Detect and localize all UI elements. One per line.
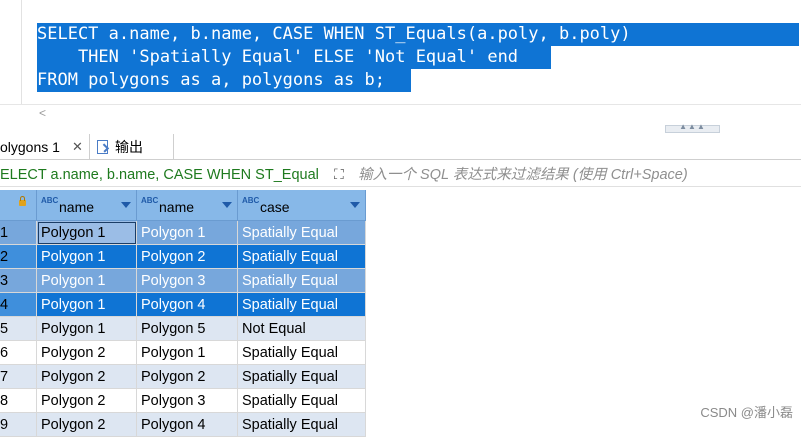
row-number[interactable]: 1 — [0, 221, 37, 245]
cell-a-name[interactable]: Polygon 2 — [37, 341, 137, 365]
cell-case[interactable]: Not Equal — [238, 317, 366, 341]
column-header-label: case — [260, 199, 290, 215]
cell-a-name[interactable]: Polygon 1 — [37, 269, 137, 293]
sort-dropdown-icon[interactable] — [350, 202, 360, 208]
cell-case[interactable]: Spatially Equal — [238, 389, 366, 413]
row-number-header[interactable] — [0, 190, 37, 221]
cell-a-name[interactable]: Polygon 2 — [37, 413, 137, 437]
tab-results-polygons[interactable]: olygons 1 ✕ — [0, 134, 90, 160]
column-header-b-name[interactable]: ABC name — [137, 190, 238, 221]
text-type-icon: ABC — [141, 196, 159, 205]
sort-dropdown-icon[interactable] — [222, 202, 232, 208]
cell-case[interactable]: Spatially Equal — [238, 221, 366, 245]
table-row[interactable]: 3 Polygon 1 Polygon 3 Spatially Equal — [0, 269, 366, 293]
table-row[interactable]: 6 Polygon 2 Polygon 1 Spatially Equal — [0, 341, 366, 365]
expand-filter-icon[interactable]: ⛶ — [334, 165, 344, 183]
column-header-a-name[interactable]: ABC name — [37, 190, 137, 221]
cell-a-name[interactable]: Polygon 2 — [37, 365, 137, 389]
tab-results-label: olygons 1 — [0, 139, 60, 155]
sql-line-2[interactable]: THEN 'Spatially Equal' ELSE 'Not Equal' … — [37, 46, 551, 69]
cell-case[interactable]: Spatially Equal — [238, 365, 366, 389]
column-header-case[interactable]: ABC case — [238, 190, 366, 221]
cell-a-name[interactable]: Polygon 1 — [37, 245, 137, 269]
lock-icon — [19, 196, 26, 206]
row-number[interactable]: 7 — [0, 365, 37, 389]
text-type-icon: ABC — [41, 196, 59, 205]
results-tab-bar: olygons 1 ✕ 输出 — [0, 134, 801, 160]
table-row[interactable]: 2 Polygon 1 Polygon 2 Spatially Equal — [0, 245, 366, 269]
editor-gutter-divider — [21, 0, 22, 104]
query-text: ELECT a.name, b.name, CASE WHEN ST_Equal — [0, 167, 319, 183]
editor-horizontal-scrollbar[interactable] — [0, 104, 801, 105]
table-row[interactable]: 4 Polygon 1 Polygon 4 Spatially Equal — [0, 293, 366, 317]
cell-b-name[interactable]: Polygon 4 — [137, 413, 238, 437]
table-row[interactable]: 9 Polygon 2 Polygon 4 Spatially Equal — [0, 413, 366, 437]
row-number[interactable]: 4 — [0, 293, 37, 317]
table-row[interactable]: 1 Polygon 1 Polygon 1 Spatially Equal — [0, 221, 366, 245]
cell-b-name[interactable]: Polygon 1 — [137, 341, 238, 365]
cell-a-name[interactable]: Polygon 2 — [37, 389, 137, 413]
cell-a-name[interactable]: Polygon 1 — [37, 221, 137, 245]
cell-case[interactable]: Spatially Equal — [238, 245, 366, 269]
scroll-left-icon[interactable]: < — [39, 106, 46, 120]
cell-b-name[interactable]: Polygon 2 — [137, 365, 238, 389]
cell-a-name[interactable]: Polygon 1 — [37, 317, 137, 341]
sql-line-1[interactable]: SELECT a.name, b.name, CASE WHEN ST_Equa… — [37, 23, 799, 46]
output-icon — [97, 140, 108, 154]
row-number[interactable]: 8 — [0, 389, 37, 413]
tab-output[interactable]: 输出 — [95, 134, 174, 160]
cell-b-name[interactable]: Polygon 2 — [137, 245, 238, 269]
cell-case[interactable]: Spatially Equal — [238, 413, 366, 437]
resize-grip-icon: ▲▲▲ — [679, 122, 706, 131]
row-number[interactable]: 5 — [0, 317, 37, 341]
table-row[interactable]: 5 Polygon 1 Polygon 5 Not Equal — [0, 317, 366, 341]
cell-case[interactable]: Spatially Equal — [238, 341, 366, 365]
cell-a-name[interactable]: Polygon 1 — [37, 293, 137, 317]
cell-b-name[interactable]: Polygon 3 — [137, 389, 238, 413]
cell-b-name[interactable]: Polygon 5 — [137, 317, 238, 341]
table-row[interactable]: 8 Polygon 2 Polygon 3 Spatially Equal — [0, 389, 366, 413]
watermark: CSDN @潘小磊 — [700, 405, 793, 420]
column-header-label: name — [59, 199, 95, 215]
cell-case[interactable]: Spatially Equal — [238, 293, 366, 317]
sql-line-3[interactable]: FROM polygons as a, polygons as b; — [37, 69, 411, 92]
sql-editor[interactable]: SELECT a.name, b.name, CASE WHEN ST_Equa… — [0, 0, 801, 134]
cell-b-name[interactable]: Polygon 4 — [137, 293, 238, 317]
cell-b-name[interactable]: Polygon 3 — [137, 269, 238, 293]
row-number[interactable]: 2 — [0, 245, 37, 269]
tab-output-label: 输出 — [115, 139, 143, 155]
table-row[interactable]: 7 Polygon 2 Polygon 2 Spatially Equal — [0, 365, 366, 389]
column-header-label: name — [159, 199, 195, 215]
sort-dropdown-icon[interactable] — [121, 202, 131, 208]
row-number[interactable]: 6 — [0, 341, 37, 365]
close-icon[interactable]: ✕ — [72, 134, 83, 160]
panel-resize-handle[interactable]: ▲▲▲ — [665, 122, 720, 133]
row-number[interactable]: 3 — [0, 269, 37, 293]
cell-case[interactable]: Spatially Equal — [238, 269, 366, 293]
filter-input[interactable] — [356, 163, 800, 186]
filter-bar: ELECT a.name, b.name, CASE WHEN ST_Equal… — [0, 163, 801, 187]
cell-b-name[interactable]: Polygon 1 — [137, 221, 238, 245]
row-number[interactable]: 9 — [0, 413, 37, 437]
text-type-icon: ABC — [242, 196, 260, 205]
